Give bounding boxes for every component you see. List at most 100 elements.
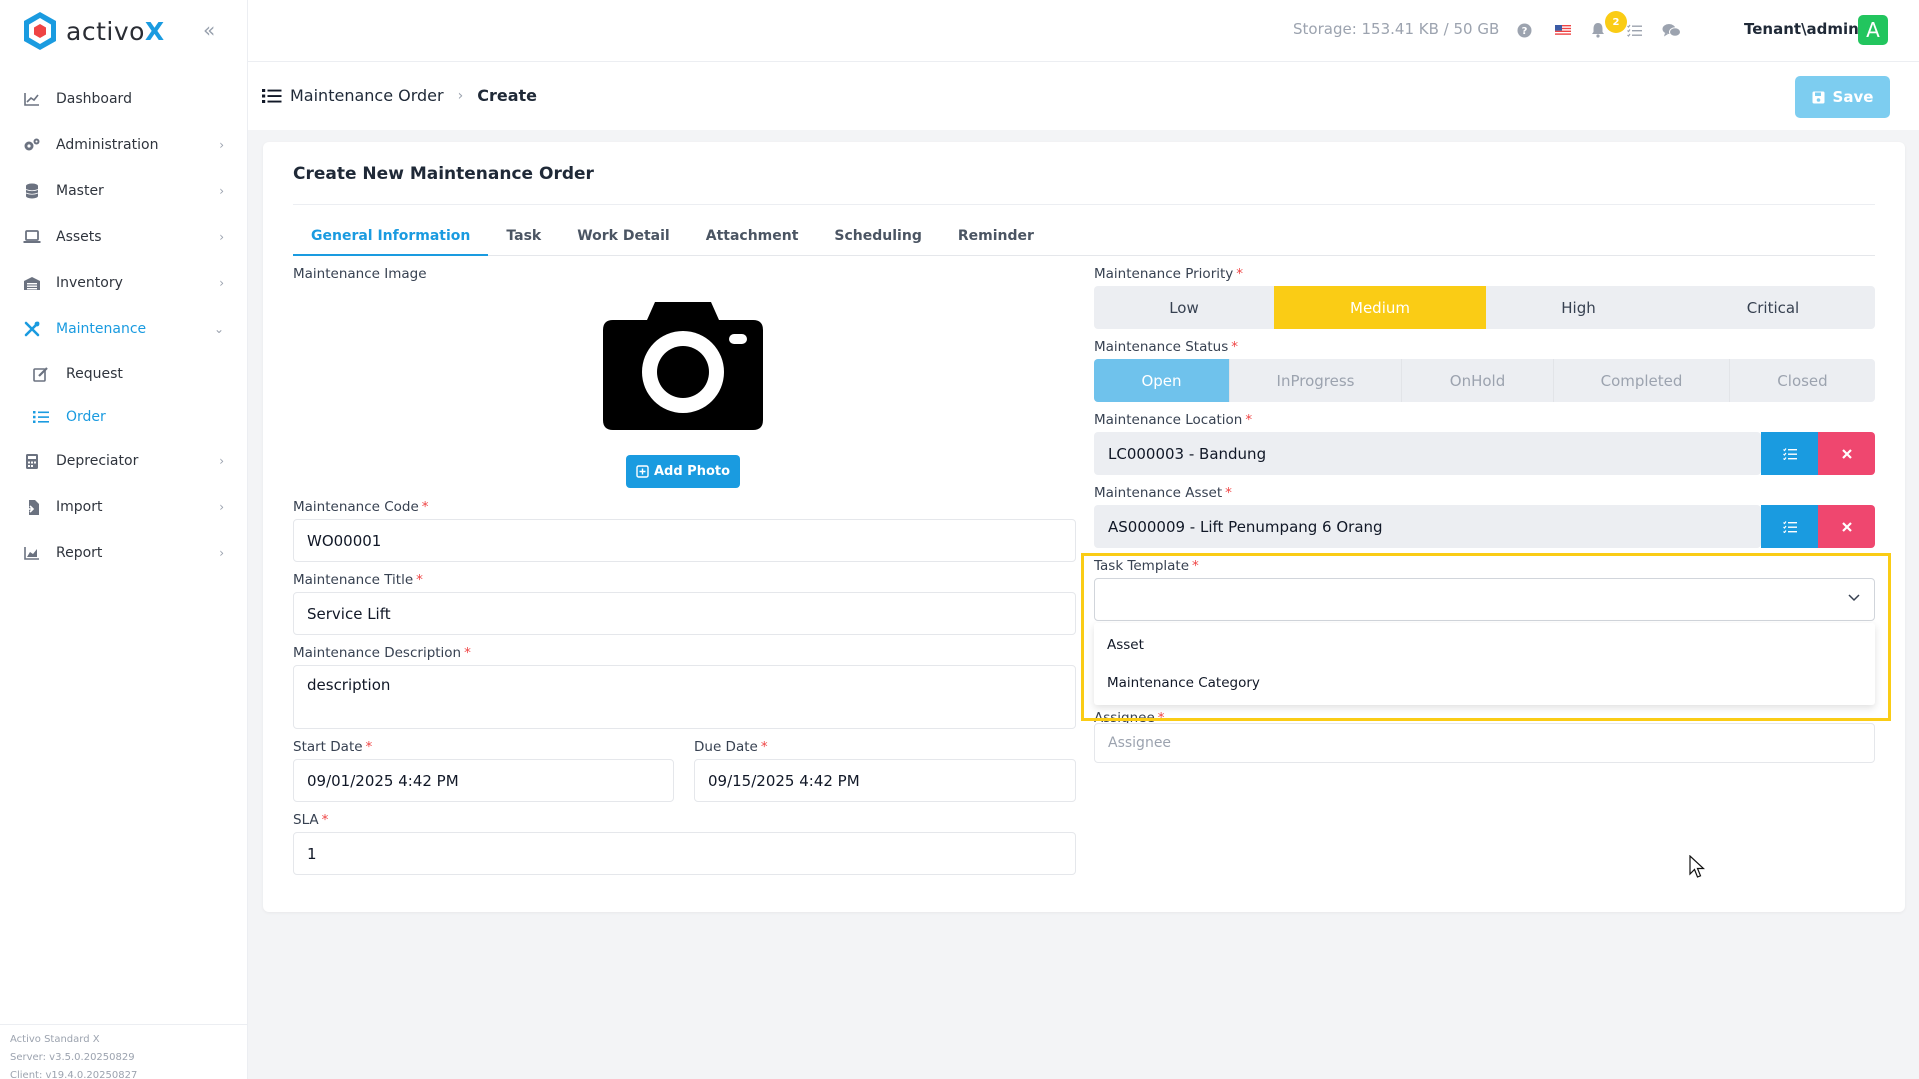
breadcrumb-parent[interactable]: Maintenance Order xyxy=(290,86,444,105)
divider xyxy=(293,204,1875,205)
asset-label: Maintenance Asset * xyxy=(1094,485,1232,501)
save-button[interactable]: Save xyxy=(1795,76,1890,118)
start-date-field[interactable]: 09/01/2025 4:42 PM xyxy=(293,759,674,802)
sidebar-subitem-label: Request xyxy=(66,365,123,382)
priority-low[interactable]: Low xyxy=(1094,286,1274,329)
status-open[interactable]: Open xyxy=(1094,359,1230,402)
save-button-label: Save xyxy=(1832,88,1874,106)
location-browse-button[interactable] xyxy=(1761,432,1818,475)
close-icon xyxy=(1841,521,1852,532)
add-photo-button[interactable]: Add Photo xyxy=(626,455,740,488)
status-label: Maintenance Status * xyxy=(1094,339,1238,355)
sidebar-item-label: Administration xyxy=(56,137,159,153)
priority-selector: Low Medium High Critical xyxy=(1094,286,1875,329)
tab-task[interactable]: Task xyxy=(488,222,559,256)
sla-field[interactable]: 1 xyxy=(293,832,1076,875)
chevron-right-icon: › xyxy=(457,87,464,104)
floppy-disk-icon xyxy=(1812,91,1825,103)
location-label: Maintenance Location * xyxy=(1094,412,1253,428)
sidebar-item-import[interactable]: Import › xyxy=(0,484,248,530)
app-logo[interactable]: activoX xyxy=(22,11,165,51)
sidebar-item-dashboard[interactable]: Dashboard xyxy=(0,76,248,122)
title-label: Maintenance Title * xyxy=(293,572,423,588)
add-photo-label: Add Photo xyxy=(653,464,731,479)
sidebar-item-label: Import xyxy=(56,499,103,515)
tab-work-detail[interactable]: Work Detail xyxy=(559,222,688,256)
maintenance-code-field[interactable]: WO00001 xyxy=(293,519,1076,562)
chevron-right-icon: › xyxy=(219,454,224,468)
sidebar: activoX « Dashboard Administration › Mas… xyxy=(0,0,248,1079)
sidebar-subitem-label: Order xyxy=(66,408,106,425)
sidebar-item-administration[interactable]: Administration › xyxy=(0,122,248,168)
us-flag-icon[interactable] xyxy=(1553,20,1573,40)
asset-browse-button[interactable] xyxy=(1761,505,1818,548)
chat-icon[interactable] xyxy=(1661,20,1681,40)
maintenance-title-field[interactable]: Service Lift xyxy=(293,592,1076,635)
list-icon xyxy=(32,408,50,426)
status-inprogress[interactable]: InProgress xyxy=(1230,359,1402,402)
user-name[interactable]: Tenant\admin xyxy=(1744,20,1859,38)
sidebar-item-label: Inventory xyxy=(56,275,123,291)
sidebar-item-master[interactable]: Master › xyxy=(0,168,248,214)
sidebar-item-report[interactable]: Report › xyxy=(0,530,248,576)
start-date-label: Start Date * xyxy=(293,739,373,755)
due-date-field[interactable]: 09/15/2025 4:42 PM xyxy=(694,759,1076,802)
chart-line-icon xyxy=(22,89,42,109)
list-icon xyxy=(262,88,282,103)
topbar: Storage: 153.41 KB / 50 GB ? 2 Tenant\ad… xyxy=(248,0,1919,62)
status-completed[interactable]: Completed xyxy=(1554,359,1730,402)
warehouse-icon xyxy=(22,273,42,293)
sla-label: SLA * xyxy=(293,812,329,828)
tab-scheduling[interactable]: Scheduling xyxy=(816,222,939,256)
calculator-icon xyxy=(22,451,42,471)
create-order-card: Create New Maintenance Order General Inf… xyxy=(263,142,1905,912)
add-image-icon xyxy=(636,465,649,478)
asset-field[interactable]: AS000009 - Lift Penumpang 6 Orang xyxy=(1094,505,1761,548)
location-field[interactable]: LC000003 - Bandung xyxy=(1094,432,1761,475)
breadcrumb-bar: Maintenance Order › Create Save xyxy=(248,62,1919,130)
laptop-icon xyxy=(22,227,42,247)
location-clear-button[interactable] xyxy=(1818,432,1875,475)
task-list-icon[interactable] xyxy=(1624,20,1644,40)
priority-critical[interactable]: Critical xyxy=(1671,286,1875,329)
sidebar-subitem-order[interactable]: Order xyxy=(0,395,248,438)
product-name: Activo Standard X xyxy=(10,1034,100,1045)
storage-usage: Storage: 153.41 KB / 50 GB xyxy=(1293,20,1500,38)
chevron-right-icon: › xyxy=(219,276,224,290)
assignee-field[interactable]: Assignee xyxy=(1094,723,1875,763)
chart-area-icon xyxy=(22,543,42,563)
due-date-label: Due Date * xyxy=(694,739,768,755)
priority-medium[interactable]: Medium xyxy=(1274,286,1486,329)
avatar[interactable]: A xyxy=(1858,15,1888,45)
chevron-right-icon: › xyxy=(219,500,224,514)
highlight-box xyxy=(1081,553,1891,721)
maintenance-description-field[interactable]: description xyxy=(293,665,1076,729)
close-icon xyxy=(1841,448,1852,459)
logo-text: activoX xyxy=(66,16,165,46)
sidebar-item-label: Assets xyxy=(56,229,102,245)
sidebar-item-depreciator[interactable]: Depreciator › xyxy=(0,438,248,484)
status-onhold[interactable]: OnHold xyxy=(1402,359,1554,402)
sidebar-item-label: Maintenance xyxy=(56,321,147,337)
status-closed[interactable]: Closed xyxy=(1730,359,1875,402)
import-icon xyxy=(22,497,42,517)
image-label: Maintenance Image xyxy=(293,266,427,282)
server-version: Server: v3.5.0.20250829 xyxy=(10,1052,135,1063)
tab-attachment[interactable]: Attachment xyxy=(688,222,817,256)
asset-clear-button[interactable] xyxy=(1818,505,1875,548)
sidebar-item-maintenance[interactable]: Maintenance ⌄ xyxy=(0,306,248,352)
sidebar-item-inventory[interactable]: Inventory › xyxy=(0,260,248,306)
logo-hex-icon xyxy=(24,12,56,50)
tab-reminder[interactable]: Reminder xyxy=(940,222,1052,256)
breadcrumb: Maintenance Order › Create xyxy=(262,86,537,105)
collapse-sidebar-icon[interactable]: « xyxy=(203,18,215,42)
priority-label: Maintenance Priority * xyxy=(1094,266,1244,282)
mouse-cursor-icon xyxy=(1689,855,1705,878)
sidebar-subitem-request[interactable]: Request xyxy=(0,352,248,395)
version-info: Activo Standard X Server: v3.5.0.2025082… xyxy=(0,1024,248,1079)
help-icon[interactable]: ? xyxy=(1514,20,1534,40)
sidebar-item-assets[interactable]: Assets › xyxy=(0,214,248,260)
tab-general-information[interactable]: General Information xyxy=(293,222,489,256)
priority-high[interactable]: High xyxy=(1486,286,1671,329)
edit-icon xyxy=(32,365,50,383)
